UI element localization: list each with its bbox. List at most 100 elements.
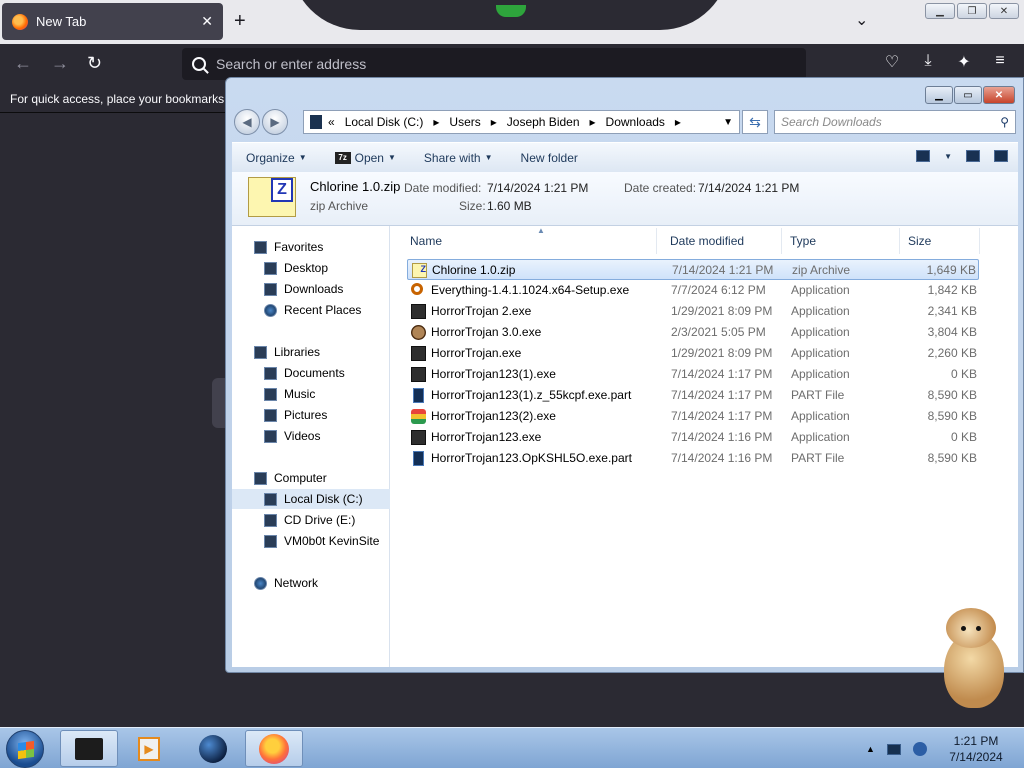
table-row[interactable]: HorrorTrojan123(1).exe 7/14/2024 1:17 PM… <box>407 364 979 385</box>
nav-pictures[interactable]: Pictures <box>264 405 327 425</box>
downloads-icon[interactable]: ⤓ <box>910 52 946 72</box>
app-icon <box>411 346 426 361</box>
reload-icon[interactable]: ↻ <box>87 53 102 74</box>
file-type: Application <box>791 430 850 444</box>
table-row[interactable]: Everything-1.4.1.1024.x64-Setup.exe 7/7/… <box>407 280 979 301</box>
forward-arrow-icon[interactable]: → <box>51 53 69 74</box>
hamster-desktop-pet[interactable] <box>936 606 1008 710</box>
breadcrumb-downloads[interactable]: Downloads <box>606 115 665 129</box>
breadcrumb-overflow[interactable]: « <box>328 115 335 129</box>
maximize-button[interactable]: ❐ <box>957 3 987 19</box>
command-bar: Organize ▼ 7z Open ▼ Share with ▼ New fo… <box>232 142 1018 172</box>
nav-desktop[interactable]: Desktop <box>264 258 328 278</box>
music-icon <box>264 387 277 401</box>
menu-hamburger-icon[interactable]: ≡ <box>982 52 1018 72</box>
nav-local-disk[interactable]: Local Disk (C:) <box>232 489 390 509</box>
address-bar[interactable]: « Local Disk (C:) ▸ Users ▸ Joseph Biden… <box>303 110 740 134</box>
file-size: 8,590 KB <box>927 451 977 465</box>
extensions-icon[interactable]: ✦ <box>946 52 982 72</box>
new-tab-button[interactable]: + <box>234 10 246 33</box>
preview-pane-icon[interactable] <box>966 150 980 162</box>
address-dropdown-icon[interactable]: ▼ <box>723 117 733 128</box>
search-icon[interactable]: ⚲ <box>1000 115 1009 129</box>
firefox-toolbar-right: ♡ ⤓ ✦ ≡ <box>874 52 1018 72</box>
table-row[interactable]: HorrorTrojan 3.0.exe 2/3/2021 5:05 PM Ap… <box>407 322 979 343</box>
explorer-maximize-button[interactable]: ▭ <box>954 86 982 104</box>
table-row[interactable]: HorrorTrojan123(2).exe 7/14/2024 1:17 PM… <box>407 406 979 427</box>
taskbar-globe-button[interactable] <box>184 730 242 767</box>
column-header-type[interactable]: Type <box>782 228 900 254</box>
nav-downloads[interactable]: Downloads <box>264 279 343 299</box>
explorer-minimize-button[interactable]: ▁ <box>925 86 953 104</box>
cd-drive-icon <box>264 513 277 527</box>
file-size: 2,341 KB <box>927 304 977 318</box>
nav-libraries[interactable]: Libraries <box>254 342 320 362</box>
table-row[interactable]: HorrorTrojan123.exe 7/14/2024 1:16 PM Ap… <box>407 427 979 448</box>
zip-icon <box>412 263 427 278</box>
table-row[interactable]: HorrorTrojan123.OpKSHL5O.exe.part 7/14/2… <box>407 448 979 469</box>
taskbar-firefox-button[interactable] <box>245 730 303 767</box>
new-folder-button[interactable]: New folder <box>521 151 578 165</box>
share-with-button[interactable]: Share with ▼ <box>424 151 493 165</box>
back-arrow-icon[interactable]: ← <box>14 53 32 74</box>
nav-favorites[interactable]: Favorites <box>254 237 323 257</box>
firefox-tab-bar: New Tab ✕ + ⌄ ▁ ❐ ✕ <box>0 0 1024 44</box>
show-hidden-icons-arrow-icon[interactable]: ▲ <box>866 744 875 754</box>
tab-close-icon[interactable]: ✕ <box>201 13 213 30</box>
explorer-close-button[interactable]: ✕ <box>983 86 1015 104</box>
taskbar-explorer-button[interactable] <box>60 730 118 767</box>
system-clock[interactable]: 1:21 PM 7/14/2024 <box>936 733 1016 765</box>
breadcrumb-separator-icon[interactable]: ▸ <box>491 115 497 129</box>
nav-recent-places[interactable]: Recent Places <box>264 300 361 320</box>
table-row[interactable]: HorrorTrojan.exe 1/29/2021 8:09 PM Appli… <box>407 343 979 364</box>
breadcrumb-users[interactable]: Users <box>449 115 480 129</box>
downloads-folder-icon <box>264 282 277 296</box>
breadcrumb-separator-icon[interactable]: ▸ <box>590 115 596 129</box>
nav-label: Favorites <box>274 240 324 254</box>
pocket-icon[interactable]: ♡ <box>874 52 910 72</box>
nav-music[interactable]: Music <box>264 384 315 404</box>
file-name: HorrorTrojan123.exe <box>431 430 542 444</box>
url-placeholder: Search or enter address <box>216 56 367 72</box>
nav-cd-drive[interactable]: CD Drive (E:) <box>264 510 355 530</box>
breadcrumb-local-disk[interactable]: Local Disk (C:) <box>345 115 424 129</box>
file-date: 7/14/2024 1:16 PM <box>671 430 773 444</box>
start-button-windows-icon[interactable] <box>6 730 44 768</box>
explorer-back-icon[interactable]: ◀ <box>234 109 260 135</box>
close-button[interactable]: ✕ <box>989 3 1019 19</box>
refresh-icon[interactable]: ⇆ <box>742 110 768 134</box>
nav-label: Pictures <box>284 408 328 422</box>
pictures-icon <box>264 408 277 422</box>
nav-network[interactable]: Network <box>254 573 318 593</box>
breadcrumb-joseph-biden[interactable]: Joseph Biden <box>507 115 580 129</box>
column-header-size[interactable]: Size <box>900 228 980 254</box>
table-row[interactable]: HorrorTrojan 2.exe 1/29/2021 8:09 PM App… <box>407 301 979 322</box>
nav-computer[interactable]: Computer <box>254 468 327 488</box>
table-row[interactable]: HorrorTrojan123(1).z_55kcpf.exe.part 7/1… <box>407 385 979 406</box>
help-icon[interactable] <box>994 150 1008 162</box>
column-header-date-modified[interactable]: Date modified <box>662 228 782 254</box>
nav-vm-share[interactable]: VM0b0t KevinSite <box>264 531 379 551</box>
organize-button[interactable]: Organize ▼ <box>246 151 307 165</box>
table-row[interactable]: Chlorine 1.0.zip 7/14/2024 1:21 PM zip A… <box>407 259 979 280</box>
minimize-button[interactable]: ▁ <box>925 3 955 19</box>
network-tray-icon[interactable] <box>912 742 927 756</box>
taskbar-media-player-button[interactable]: ▶ <box>120 730 178 767</box>
explorer-forward-icon[interactable]: ▶ <box>262 109 288 135</box>
column-header-name[interactable]: ▲ Name <box>402 226 657 254</box>
change-view-icon[interactable] <box>916 150 931 162</box>
open-button[interactable]: 7z Open ▼ <box>334 151 396 165</box>
search-downloads-input[interactable]: Search Downloads ⚲ <box>774 110 1016 134</box>
breadcrumb-separator-icon[interactable]: ▸ <box>675 115 681 129</box>
file-name: HorrorTrojan123(1).z_55kcpf.exe.part <box>431 388 632 402</box>
breadcrumb-separator-icon[interactable]: ▸ <box>433 115 439 129</box>
url-bar[interactable]: Search or enter address <box>182 48 806 80</box>
file-date: 7/14/2024 1:17 PM <box>671 367 773 381</box>
tab-new-tab[interactable]: New Tab ✕ <box>2 3 223 40</box>
monitor-tray-icon[interactable] <box>886 743 901 755</box>
view-dropdown-caret-icon[interactable]: ▼ <box>944 152 952 161</box>
taskbar: ▶ ▲ 1:21 PM 7/14/2024 <box>0 727 1024 768</box>
list-all-tabs-chevron-icon[interactable]: ⌄ <box>855 10 868 30</box>
nav-videos[interactable]: Videos <box>264 426 320 446</box>
nav-documents[interactable]: Documents <box>264 363 345 383</box>
